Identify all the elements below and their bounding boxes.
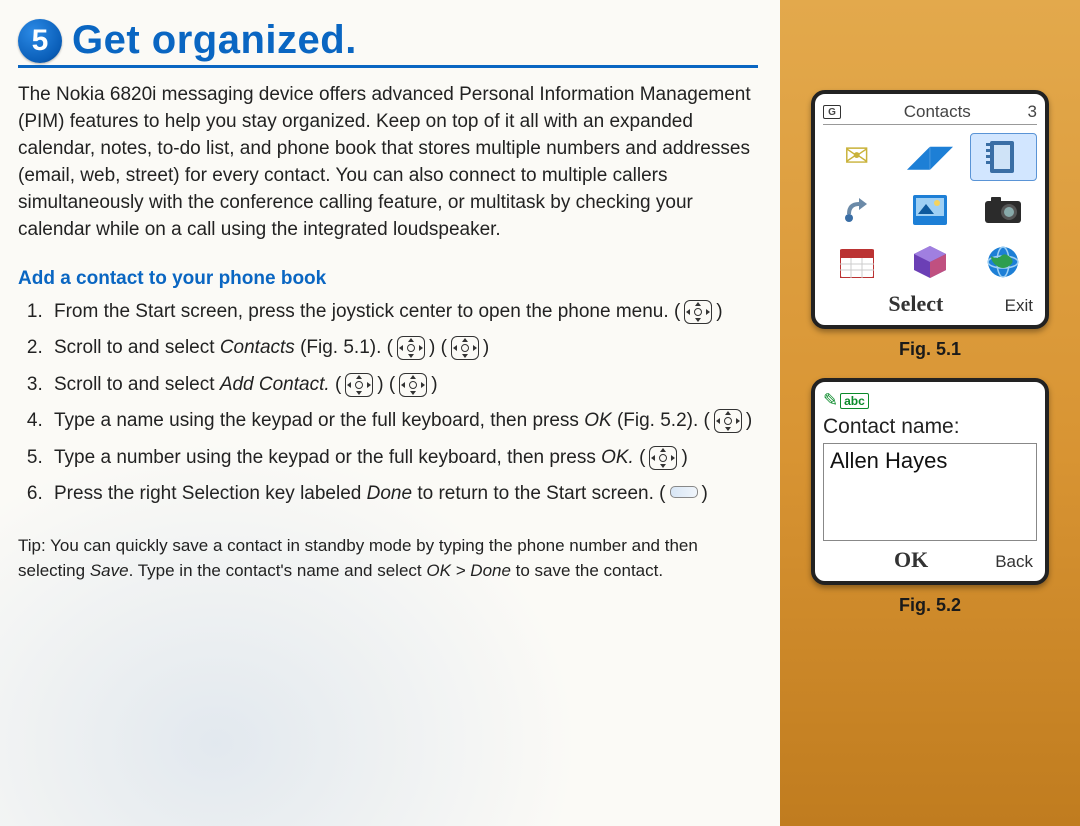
step-emph: OK. [601, 447, 634, 468]
joystick-icon [451, 336, 479, 360]
step-text: Scroll to and select [54, 337, 220, 358]
field-label: Contact name: [823, 413, 1037, 443]
step-emph: OK [584, 410, 611, 431]
joystick-icon [345, 373, 373, 397]
step-text: Scroll to and select [54, 374, 220, 395]
battery-level: 3 [1028, 102, 1037, 122]
step-text: Type a number using the keypad or the fu… [54, 447, 601, 468]
signal-icon: G [823, 105, 841, 119]
phone-softkeys: OK Back [823, 547, 1037, 575]
figure-sidebar: G Contacts 3 ✉ ◢◤ [780, 0, 1080, 826]
calendar-icon [823, 239, 890, 285]
softkey-center: Select [827, 291, 1005, 317]
tip-text: . Type in the contact's name and select [129, 561, 427, 580]
step-5: Type a number using the keypad or the fu… [48, 444, 758, 473]
intro-paragraph: The Nokia 6820i messaging device offers … [18, 82, 758, 244]
figure-caption-2: Fig. 5.2 [899, 595, 961, 616]
tip-text: to save the contact. [511, 561, 663, 580]
softkey-center: OK [827, 547, 995, 573]
text-mode-icon: ✎abc [823, 390, 869, 411]
selection-key-icon [670, 486, 698, 498]
messages-icon: ✉ [823, 133, 890, 179]
joystick-icon [399, 373, 427, 397]
step-text: Press the right Selection key labeled [54, 483, 367, 504]
chapter-header: 5 Get organized. [18, 18, 758, 68]
step-3: Scroll to and select Add Contact. () () [48, 371, 758, 400]
contacts-icon [970, 133, 1037, 181]
step-text: From the Start screen, press the joystic… [54, 301, 669, 322]
joystick-icon [649, 446, 677, 470]
step-emph: Contacts [220, 337, 295, 358]
step-text: to return to the Start screen. [412, 483, 654, 504]
step-4: Type a name using the keypad or the full… [48, 407, 758, 436]
step-emph: Add Contact. [220, 374, 330, 395]
menu-grid: ✉ ◢◤ [823, 131, 1037, 291]
joystick-icon [397, 336, 425, 360]
settings-icon [823, 187, 890, 233]
softkey-right: Back [995, 552, 1033, 572]
contact-name-field: Allen Hayes [823, 443, 1037, 541]
step-text: Type a name using the keypad or the full… [54, 410, 584, 431]
tip-emph: Save [90, 561, 129, 580]
phone-input-mode: ✎abc [823, 390, 1037, 411]
step-emph: Done [367, 483, 412, 504]
chapter-number-badge: 5 [18, 19, 62, 63]
phone-status-bar: G Contacts 3 [823, 102, 1037, 125]
figure-caption-1: Fig. 5.1 [899, 339, 961, 360]
main-content: 5 Get organized. The Nokia 6820i messagi… [0, 0, 780, 826]
step-text: (Fig. 5.1). [295, 337, 382, 358]
phone-screen-title: Contacts [847, 102, 1028, 122]
extras-icon [896, 239, 963, 285]
gallery-icon [896, 187, 963, 233]
step-6: Press the right Selection key labeled Do… [48, 480, 758, 509]
joystick-icon [714, 409, 742, 433]
phone-softkeys: Select Exit [823, 291, 1037, 319]
web-icon [970, 239, 1037, 285]
step-text: (Fig. 5.2). [612, 410, 699, 431]
softkey-right: Exit [1005, 296, 1033, 316]
step-1: From the Start screen, press the joystic… [48, 298, 758, 327]
chapter-title: Get organized. [72, 18, 357, 63]
phone-screenshot-2: ✎abc Contact name: Allen Hayes OK Back [811, 378, 1049, 585]
tip-paragraph: Tip: You can quickly save a contact in s… [18, 533, 738, 584]
steps-list: From the Start screen, press the joystic… [48, 298, 758, 509]
tip-emph: OK > Done [426, 561, 511, 580]
step-2: Scroll to and select Contacts (Fig. 5.1)… [48, 334, 758, 363]
call-register-icon: ◢◤ [896, 133, 963, 179]
section-heading: Add a contact to your phone book [18, 268, 758, 290]
camera-icon [970, 187, 1037, 233]
phone-screenshot-1: G Contacts 3 ✉ ◢◤ [811, 90, 1049, 329]
joystick-icon [684, 300, 712, 324]
